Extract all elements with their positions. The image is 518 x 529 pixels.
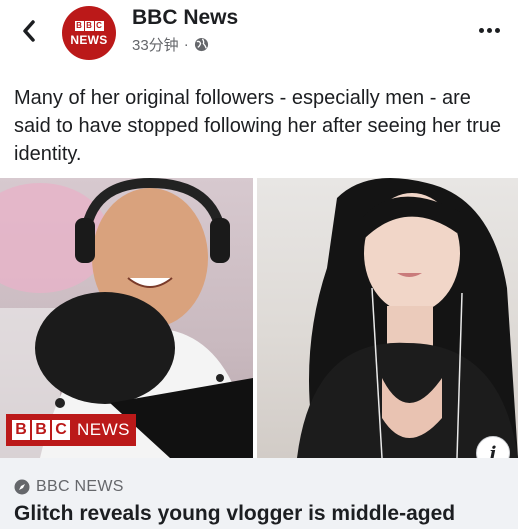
watermark-news-word: NEWS [77,420,130,439]
watermark-block: C [52,420,70,440]
globe-icon [194,37,208,52]
link-preview-card[interactable]: BBC NEWS Glitch reveals young vlogger is… [0,458,518,529]
image-panel-left: B B C NEWS [0,178,253,458]
chevron-left-icon [23,20,35,42]
link-source: BBC NEWS [14,478,124,496]
bbc-news-watermark: B B C NEWS [6,414,136,446]
post-meta: 33分钟 · [132,34,209,55]
link-source-label: BBC NEWS [36,478,124,495]
back-button[interactable] [14,16,44,46]
link-headline[interactable]: Glitch reveals young vlogger is middle-a… [14,502,455,526]
more-options-button[interactable] [474,20,504,40]
page-avatar[interactable]: B B C NEWS [62,6,116,60]
avatar-logo-blocks: B B C [74,20,104,31]
watermark-block: B [12,420,30,440]
avatar-block: B [74,20,84,31]
image-panel-right [257,178,518,458]
post-header: B B C NEWS BBC News 33分钟 · [0,0,518,70]
more-horizontal-icon [478,27,500,33]
avatar-news-word: NEWS [70,32,108,47]
page-name-link[interactable]: BBC News [132,6,238,30]
meta-separator: · [183,36,189,53]
avatar-block: C [94,20,104,31]
timestamp[interactable]: 33分钟 [132,34,179,55]
post-image[interactable]: B B C NEWS i [0,178,518,458]
avatar-block: B [84,20,94,31]
right-photo-illustration [297,178,518,458]
compass-icon [14,479,30,495]
watermark-block: B [32,420,50,440]
post-caption: Many of her original followers - especia… [14,87,501,165]
